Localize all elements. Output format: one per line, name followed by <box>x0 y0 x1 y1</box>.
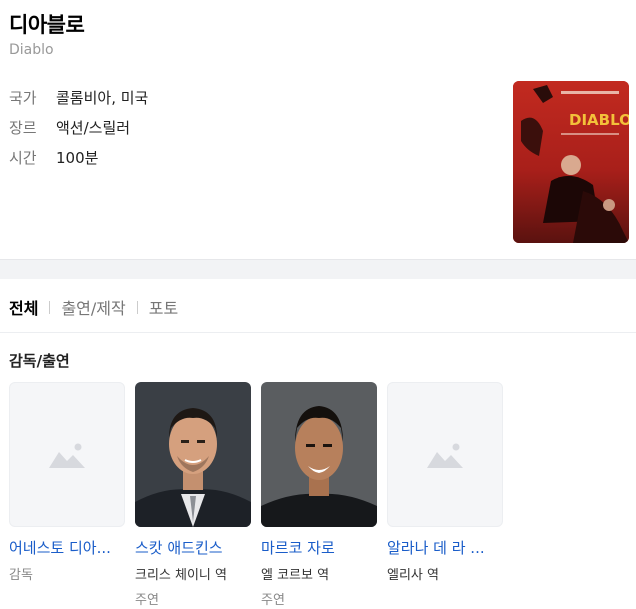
info-key: 시간 <box>9 148 37 167</box>
person-name[interactable]: 알라나 데 라 ... <box>387 537 503 558</box>
info-value: 콜롬비아, 미국 <box>56 88 149 107</box>
person-thumbnail <box>9 382 125 527</box>
svg-text:DIABLO: DIABLO <box>569 111 629 129</box>
info-row-runtime: 시간 100분 <box>9 142 148 172</box>
person-thumbnail <box>387 382 503 527</box>
person-card[interactable]: 스캇 애드킨스 크리스 체이니 역 주연 <box>135 382 251 608</box>
movie-title: 디아블로 <box>9 13 85 37</box>
portrait-image <box>135 382 251 527</box>
people-list: 어네스토 디아... 감독 스캇 애드킨스 크리스 체이니 역 주연 마르코 자… <box>9 382 503 608</box>
movie-info: 국가 콜롬비아, 미국 장르 액션/스릴러 시간 100분 <box>9 82 148 172</box>
info-value: 액션/스릴러 <box>56 118 131 137</box>
person-card[interactable]: 알라나 데 라 ... 엘리사 역 <box>387 382 503 608</box>
person-name[interactable]: 스캇 애드킨스 <box>135 537 251 558</box>
poster-image: DIABLO <box>513 81 629 243</box>
tab-photo[interactable]: 포토 <box>149 295 178 319</box>
info-key: 국가 <box>9 88 37 107</box>
tab-all[interactable]: 전체 <box>9 295 38 319</box>
info-row-genre: 장르 액션/스릴러 <box>9 112 148 142</box>
info-key: 장르 <box>9 118 37 137</box>
person-billing: 주연 <box>261 593 285 608</box>
tab-separator <box>136 300 138 314</box>
tab-cast-crew[interactable]: 출연/제작 <box>61 295 125 319</box>
tab-bar: 전체 출연/제작 포토 <box>9 295 178 319</box>
person-role: 감독 <box>9 568 33 583</box>
section-title: 감독/출연 <box>9 352 70 370</box>
person-role: 크리스 체이니 역 <box>135 568 227 583</box>
person-name[interactable]: 어네스토 디아... <box>9 537 125 558</box>
person-card[interactable]: 마르코 자로 엘 코르보 역 주연 <box>261 382 377 608</box>
image-placeholder-icon <box>427 443 463 468</box>
tab-separator <box>49 300 51 314</box>
movie-poster[interactable]: DIABLO <box>513 81 629 243</box>
person-photo <box>135 382 251 527</box>
person-photo <box>261 382 377 527</box>
person-name[interactable]: 마르코 자로 <box>261 537 377 558</box>
image-placeholder-icon <box>49 443 85 468</box>
section-divider <box>0 259 636 279</box>
person-role: 엘리사 역 <box>387 568 439 583</box>
portrait-image <box>261 382 377 527</box>
person-billing: 주연 <box>135 593 159 608</box>
person-role: 엘 코르보 역 <box>261 568 330 583</box>
tab-underline <box>0 332 636 333</box>
info-value: 100분 <box>56 148 99 167</box>
info-row-country: 국가 콜롬비아, 미국 <box>9 82 148 112</box>
movie-original-title: Diablo <box>9 42 54 58</box>
person-card[interactable]: 어네스토 디아... 감독 <box>9 382 125 608</box>
